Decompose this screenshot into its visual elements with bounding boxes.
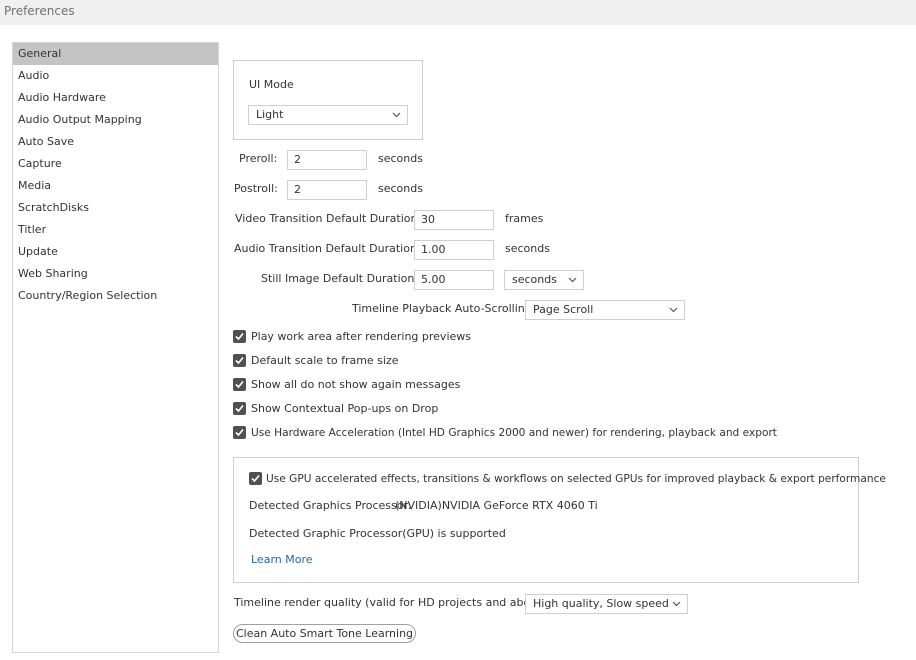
sidebar-item-audio[interactable]: Audio <box>13 65 218 87</box>
gpu-group: Use GPU accelerated effects, transitions… <box>233 457 886 583</box>
audio-transition-unit: seconds <box>505 242 550 255</box>
timeline-scroll-value: Page Scroll <box>533 303 594 316</box>
render-quality-select[interactable]: High quality, Slow speed <box>525 594 688 614</box>
video-transition-unit: frames <box>505 212 544 225</box>
postroll-label: Postroll: <box>234 182 278 195</box>
sidebar-item-web-sharing[interactable]: Web Sharing <box>13 263 218 285</box>
play-work-area-checkbox[interactable] <box>233 330 246 343</box>
clean-smart-tone-button[interactable]: Clean Auto Smart Tone Learning <box>233 624 416 643</box>
checkmark-icon <box>235 428 244 437</box>
window-title: Preferences <box>4 4 75 18</box>
ui-mode-label: UI Mode <box>249 78 294 91</box>
detected-gpu-value: (NVIDIA)NVIDIA GeForce RTX 4060 Ti <box>395 499 598 512</box>
still-image-label: Still Image Default Duration: <box>261 272 419 285</box>
ui-mode-group: UI Mode Light <box>233 60 423 140</box>
detected-gpu-label: Detected Graphics Processor: <box>249 499 412 512</box>
still-image-unit-select[interactable]: seconds <box>504 270 584 290</box>
gpu-acceleration-label: Use GPU accelerated effects, transitions… <box>266 473 886 485</box>
preroll-value: 2 <box>294 153 301 166</box>
checkmark-icon <box>251 474 260 483</box>
title-bar: Preferences <box>0 0 916 25</box>
checkmark-icon <box>235 356 244 365</box>
still-image-input[interactable]: 5.00 <box>414 270 494 290</box>
video-transition-value: 30 <box>421 213 435 226</box>
video-transition-label: Video Transition Default Duration: <box>235 212 422 225</box>
ui-mode-value: Light <box>256 108 284 121</box>
sidebar-item-media[interactable]: Media <box>13 175 218 197</box>
audio-transition-value: 1.00 <box>421 243 446 256</box>
sidebar-item-audio-hardware[interactable]: Audio Hardware <box>13 87 218 109</box>
chevron-down-icon <box>672 601 681 607</box>
render-quality-label: Timeline render quality (valid for HD pr… <box>234 596 552 609</box>
show-all-messages-checkbox[interactable] <box>233 378 246 391</box>
sidebar-item-scratchdisks[interactable]: ScratchDisks <box>13 197 218 219</box>
timeline-scroll-label: Timeline Playback Auto-Scrolling: <box>352 302 536 315</box>
audio-transition-input[interactable]: 1.00 <box>414 240 494 260</box>
preferences-sidebar: General Audio Audio Hardware Audio Outpu… <box>12 42 219 653</box>
sidebar-item-titler[interactable]: Titler <box>13 219 218 241</box>
hardware-acceleration-checkbox[interactable] <box>233 426 246 439</box>
contextual-popups-label: Show Contextual Pop-ups on Drop <box>251 402 439 415</box>
ui-mode-select[interactable]: Light <box>248 105 408 125</box>
sidebar-item-general[interactable]: General <box>13 43 218 65</box>
preroll-input[interactable]: 2 <box>287 150 367 170</box>
checkmark-icon <box>235 404 244 413</box>
play-work-area-label: Play work area after rendering previews <box>251 330 471 343</box>
still-image-value: 5.00 <box>421 273 446 286</box>
default-scale-checkbox[interactable] <box>233 354 246 367</box>
checkmark-icon <box>235 332 244 341</box>
chevron-down-icon <box>669 307 678 313</box>
checkmark-icon <box>235 380 244 389</box>
show-all-messages-label: Show all do not show again messages <box>251 378 461 391</box>
hardware-acceleration-label: Use Hardware Acceleration (Intel HD Grap… <box>251 427 777 439</box>
sidebar-item-auto-save[interactable]: Auto Save <box>13 131 218 153</box>
default-scale-label: Default scale to frame size <box>251 354 399 367</box>
sidebar-item-capture[interactable]: Capture <box>13 153 218 175</box>
postroll-input[interactable]: 2 <box>287 180 367 200</box>
preroll-unit: seconds <box>378 152 423 165</box>
chevron-down-icon <box>392 112 401 118</box>
chevron-down-icon <box>568 277 577 283</box>
learn-more-link[interactable]: Learn More <box>251 552 313 568</box>
audio-transition-label: Audio Transition Default Duration: <box>234 242 421 255</box>
gpu-acceleration-checkbox[interactable] <box>249 472 262 485</box>
render-quality-value: High quality, Slow speed <box>533 597 669 610</box>
contextual-popups-checkbox[interactable] <box>233 402 246 415</box>
sidebar-item-update[interactable]: Update <box>13 241 218 263</box>
sidebar-item-country-region[interactable]: Country/Region Selection <box>13 285 218 307</box>
postroll-unit: seconds <box>378 182 423 195</box>
video-transition-input[interactable]: 30 <box>414 210 494 230</box>
timeline-scroll-select[interactable]: Page Scroll <box>525 300 685 320</box>
sidebar-item-audio-output-mapping[interactable]: Audio Output Mapping <box>13 109 218 131</box>
postroll-value: 2 <box>294 183 301 196</box>
gpu-supported-text: Detected Graphic Processor(GPU) is suppo… <box>249 527 506 540</box>
still-image-unit-value: seconds <box>512 273 557 286</box>
preroll-label: Preroll: <box>239 152 278 165</box>
